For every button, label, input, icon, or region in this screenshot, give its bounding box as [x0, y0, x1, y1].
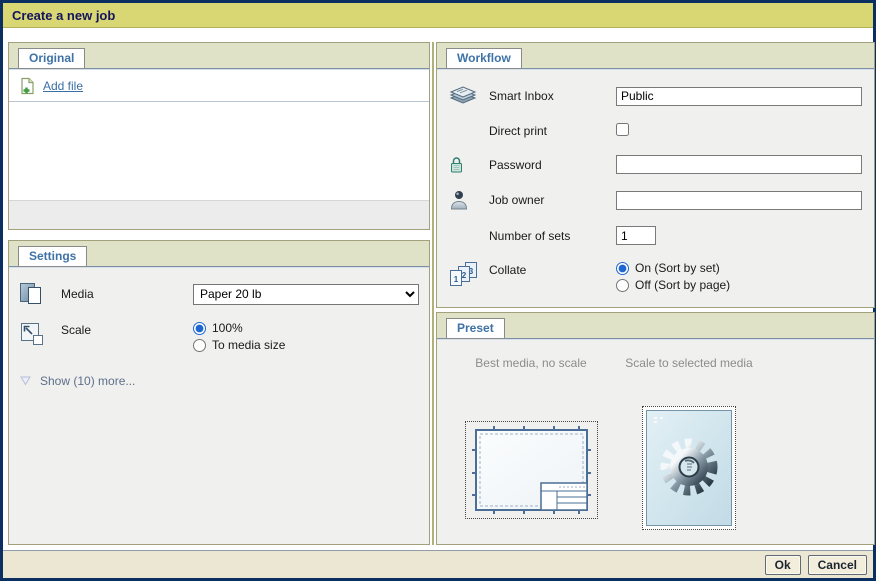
- collate-row: 3 2 1 Collate On (Sort by set): [449, 261, 862, 292]
- show-more-label: Show (10) more...: [40, 374, 135, 388]
- password-input[interactable]: [616, 155, 862, 174]
- scale-radio-media-size[interactable]: [193, 339, 206, 352]
- collate-radio-on[interactable]: [616, 262, 629, 275]
- add-file-button[interactable]: Add file: [19, 77, 83, 95]
- scale-label: Scale: [61, 321, 193, 337]
- lock-icon: [449, 156, 489, 174]
- dialog-body: Original Add file: [3, 28, 873, 550]
- preset-panel: Preset Best media, no scale: [436, 312, 875, 545]
- dialog-footer: Ok Cancel: [3, 550, 873, 578]
- add-file-label: Add file: [43, 79, 83, 93]
- add-file-row: Add file: [9, 70, 429, 102]
- password-label: Password: [489, 158, 616, 172]
- original-file-list: [9, 102, 429, 200]
- cancel-button[interactable]: Cancel: [808, 555, 867, 575]
- preset-label: Scale to selected media: [624, 356, 754, 388]
- add-file-icon: [19, 77, 36, 95]
- collate-label: Collate: [489, 261, 616, 277]
- smart-inbox-input[interactable]: [616, 87, 862, 106]
- preset-scale-to-selected-media[interactable]: Scale to selected media: [615, 356, 763, 530]
- password-row: Password: [449, 155, 862, 174]
- original-footer-strip: [9, 200, 429, 229]
- preset-panel-header: Preset: [437, 313, 874, 339]
- preset-best-media-no-scale[interactable]: Best media, no scale: [447, 356, 615, 530]
- collate-icon: 3 2 1: [449, 261, 489, 287]
- settings-panel-header: Settings: [9, 241, 429, 267]
- tab-original: Original: [18, 48, 85, 69]
- tab-workflow: Workflow: [446, 48, 522, 69]
- number-of-sets-row: Number of sets: [449, 226, 862, 245]
- settings-panel: Settings: [8, 240, 430, 545]
- direct-print-row: Direct print: [449, 123, 862, 139]
- scale-icon: [19, 321, 61, 347]
- scale-row: Scale 100% To media size: [19, 321, 419, 352]
- direct-print-label: Direct print: [489, 124, 616, 138]
- left-column: Original Add file: [8, 42, 430, 545]
- collate-option-on[interactable]: On (Sort by set): [616, 261, 862, 275]
- panel-splitter[interactable]: [432, 42, 434, 545]
- media-select[interactable]: Paper 20 lb: [193, 284, 419, 305]
- scale-radio-100[interactable]: [193, 322, 206, 335]
- collate-option-off[interactable]: Off (Sort by page): [616, 278, 862, 292]
- preset-label: Best media, no scale: [466, 356, 596, 388]
- original-panel: Original Add file: [8, 42, 430, 230]
- ok-button[interactable]: Ok: [765, 555, 801, 575]
- workflow-panel: Workflow Smart Inbox: [436, 42, 875, 308]
- smart-inbox-icon: [449, 85, 489, 107]
- scale-radio-group: 100% To media size: [193, 321, 419, 352]
- number-of-sets-label: Number of sets: [489, 229, 616, 243]
- job-owner-row: Job owner: [449, 190, 862, 210]
- media-icon: [19, 282, 61, 306]
- scale-option-media-size[interactable]: To media size: [193, 338, 419, 352]
- svg-text:1: 1: [454, 275, 459, 284]
- gear-media-thumbnail[interactable]: [642, 406, 736, 530]
- technical-drawing-thumbnail[interactable]: [465, 421, 598, 519]
- dialog-titlebar: Create a new job: [3, 3, 873, 28]
- person-icon: [449, 190, 489, 210]
- smart-inbox-label: Smart Inbox: [489, 89, 616, 103]
- collate-radio-group: On (Sort by set) Off (Sort by page): [616, 261, 862, 292]
- smart-inbox-row: Smart Inbox: [449, 85, 862, 107]
- scale-option-100[interactable]: 100%: [193, 321, 419, 335]
- media-row: Media Paper 20 lb: [19, 282, 419, 306]
- media-label: Media: [61, 287, 193, 301]
- svg-text:2: 2: [462, 271, 467, 280]
- job-owner-input[interactable]: [616, 191, 862, 210]
- job-owner-label: Job owner: [489, 193, 616, 207]
- original-panel-header: Original: [9, 43, 429, 69]
- tab-settings: Settings: [18, 246, 87, 267]
- show-more-link[interactable]: Show (10) more...: [19, 374, 419, 388]
- collate-radio-off[interactable]: [616, 279, 629, 292]
- number-of-sets-input[interactable]: [616, 226, 656, 245]
- dialog-title: Create a new job: [12, 8, 115, 23]
- tab-preset: Preset: [446, 318, 505, 339]
- right-column: Workflow Smart Inbox: [436, 42, 875, 545]
- direct-print-checkbox[interactable]: [616, 123, 629, 136]
- chevron-down-icon: [20, 376, 31, 386]
- workflow-panel-header: Workflow: [437, 43, 874, 69]
